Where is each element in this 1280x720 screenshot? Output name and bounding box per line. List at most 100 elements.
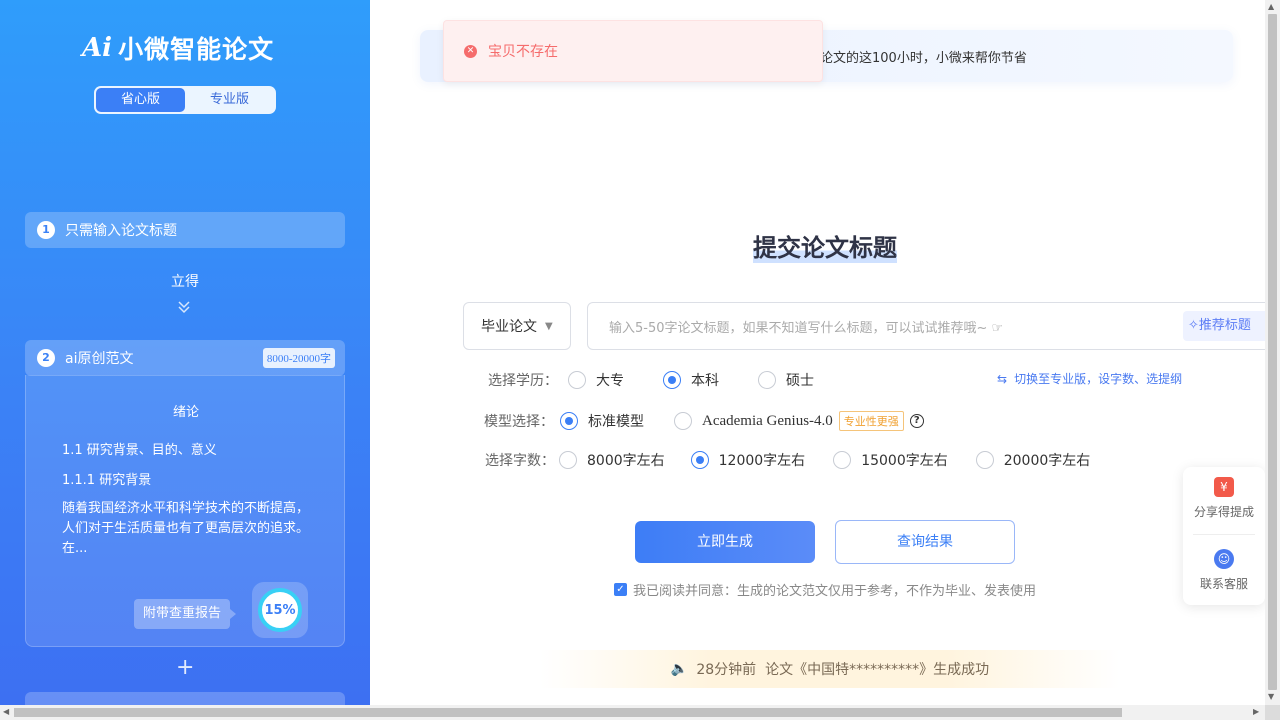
customer-service-icon: ☺ xyxy=(1214,549,1234,569)
paper-type-value: 毕业论文 xyxy=(481,319,537,335)
banner-text: 论文的这100小时，小微来帮你节省 xyxy=(820,51,1027,66)
recommend-label: 推荐标题 xyxy=(1198,318,1251,333)
query-result-button[interactable]: 查询结果 xyxy=(835,520,1015,564)
plus-icon: + xyxy=(176,655,195,680)
words-row: 选择字数： 8000字左右 12000字左右 15000字左右 20000字左右 xyxy=(485,450,1112,470)
words-option[interactable]: 12000字左右 xyxy=(690,450,805,470)
education-row: 选择学历： 大专 本科 硕士 xyxy=(488,370,836,390)
magic-icon: ✧ xyxy=(1188,318,1199,333)
preview-subsection: 1.1.1 研究背景 xyxy=(62,473,152,488)
logo-mark: Ai xyxy=(82,33,113,63)
agreement-text: 我已阅读并同意：生成的论文范文仅用于参考，不作为毕业、发表使用 xyxy=(633,584,1037,599)
words-label: 选择字数： xyxy=(485,453,555,469)
education-label: 选择学历： xyxy=(488,373,558,389)
version-toggle: 省心版 专业版 xyxy=(94,86,276,114)
contact-service-button[interactable]: ☺ 联系客服 xyxy=(1183,549,1265,592)
option-label: Academia Genius-4.0 xyxy=(702,412,833,429)
education-option[interactable]: 本科 xyxy=(663,370,719,390)
page-title: 提交论文标题 xyxy=(753,228,897,263)
help-icon[interactable]: ? xyxy=(909,414,924,428)
error-toast: ✕ 宝贝不存在 xyxy=(443,20,823,82)
scrollbar-corner xyxy=(1265,705,1280,720)
education-option[interactable]: 大专 xyxy=(568,370,624,390)
share-commission-button[interactable]: ¥ 分享得提成 xyxy=(1183,477,1265,520)
agreement[interactable]: ✓ 我已阅读并同意：生成的论文范文仅用于参考，不作为毕业、发表使用 xyxy=(614,580,1036,599)
words-option[interactable]: 20000字左右 xyxy=(975,450,1091,470)
preview-heading: 绪论 xyxy=(172,405,199,420)
model-option[interactable]: 标准模型 xyxy=(560,411,644,431)
model-option[interactable]: Academia Genius-4.0 xyxy=(674,412,833,430)
title-input-placeholder: 输入5-50字论文标题，如果不知道写什么标题，可以试试推荐哦~ ☞ xyxy=(609,320,1004,336)
radio-button[interactable] xyxy=(568,371,586,389)
similarity-gauge: 15% xyxy=(252,582,308,638)
report-tag: 附带查重报告 xyxy=(134,599,237,629)
radio-button[interactable] xyxy=(674,412,692,430)
words-option[interactable]: 8000字左右 xyxy=(559,450,665,470)
version-easy-tab[interactable]: 省心版 xyxy=(96,88,185,112)
option-label: 20000字左右 xyxy=(1003,453,1091,469)
instant-label: 立得 xyxy=(171,274,199,290)
radio-button[interactable] xyxy=(975,451,994,469)
share-label: 分享得提成 xyxy=(1193,505,1254,519)
similarity-value: 15% xyxy=(258,588,302,632)
preview-section: 1.1 研究背景、目的、意义 xyxy=(62,443,217,458)
radio-button[interactable] xyxy=(663,371,681,389)
pro-tag: 专业性更强 xyxy=(838,411,904,431)
sample-preview-card: 绪论 1.1 研究背景、目的、意义 1.1.1 研究背景 随着我国经济水平和科学… xyxy=(25,375,345,647)
logo-text: 小微智能论文 xyxy=(118,35,275,64)
logo[interactable]: Ai 小微智能论文 xyxy=(82,30,274,66)
model-row: 模型选择： 标准模型 Academia Genius-4.0 专业性更强 ? xyxy=(484,411,924,431)
scroll-up-icon[interactable]: ▲ xyxy=(1268,2,1274,11)
switch-pro-text: 切换至专业版，设字数、选提纲 xyxy=(1014,372,1183,386)
option-label: 15000字左右 xyxy=(861,453,948,469)
model-label: 模型选择： xyxy=(484,414,554,430)
option-label: 本科 xyxy=(691,373,719,389)
step-number: 2 xyxy=(37,349,55,367)
step-label: ai原创范文 xyxy=(65,351,134,367)
step-number: 1 xyxy=(37,221,55,239)
vertical-scrollbar[interactable]: ▲ ▼ xyxy=(1265,0,1280,705)
scroll-thumb[interactable] xyxy=(1268,14,1277,690)
education-option[interactable]: 硕士 xyxy=(758,370,814,390)
red-envelope-icon: ¥ xyxy=(1214,477,1234,497)
divider xyxy=(1193,534,1255,535)
agreement-checkbox[interactable]: ✓ xyxy=(614,583,627,596)
option-label: 8000字左右 xyxy=(587,453,665,469)
words-option[interactable]: 15000字左右 xyxy=(833,450,948,470)
version-pro-tab[interactable]: 专业版 xyxy=(185,88,274,112)
service-label: 联系客服 xyxy=(1199,577,1248,591)
step-2-bar: 2 ai原创范文 8000-20000字 xyxy=(25,340,345,376)
activity-notice: 🔈 28分钟前 论文《中国特**********》生成成功 xyxy=(540,650,1120,688)
toast-message: 宝贝不存在 xyxy=(488,44,558,60)
option-label: 标准模型 xyxy=(588,414,644,430)
preview-paragraph: 随着我国经济水平和科学技术的不断提高，人们对于生活质量也有了更高层次的追求。在.… xyxy=(62,501,310,556)
switch-icon: ⇆ xyxy=(997,371,1008,386)
option-label: 大专 xyxy=(596,373,624,389)
option-label: 硕士 xyxy=(786,373,814,389)
generate-button[interactable]: 立即生成 xyxy=(635,521,815,563)
error-circle-icon: ✕ xyxy=(464,44,477,58)
horizontal-scrollbar[interactable]: ◀ ▶ xyxy=(0,705,1265,720)
radio-button[interactable] xyxy=(560,412,578,430)
scroll-left-icon[interactable]: ◀ xyxy=(3,707,9,716)
caret-down-icon: ▼ xyxy=(545,320,553,332)
sidebar: Ai 小微智能论文 省心版 专业版 1 只需输入论文标题 立得 2 ai原创范文… xyxy=(0,0,370,720)
radio-button[interactable] xyxy=(833,451,852,469)
float-panel: ¥ 分享得提成 ☺ 联系客服 xyxy=(1183,467,1265,605)
radio-button[interactable] xyxy=(690,451,709,469)
paper-type-select[interactable]: 毕业论文 ▼ xyxy=(463,302,571,350)
title-input[interactable]: 输入5-50字论文标题，如果不知道写什么标题，可以试试推荐哦~ ☞ xyxy=(587,302,1280,350)
recommend-title-button[interactable]: ✧推荐标题 xyxy=(1183,311,1273,341)
notice-text: 28分钟前 论文《中国特**********》生成成功 xyxy=(696,662,990,678)
radio-button[interactable] xyxy=(758,371,776,389)
step-1-bar: 1 只需输入论文标题 xyxy=(25,212,345,248)
step-label: 只需输入论文标题 xyxy=(65,223,177,239)
scroll-down-icon[interactable]: ▼ xyxy=(1268,692,1274,701)
scroll-thumb[interactable] xyxy=(14,708,1122,717)
double-chevron-down-icon xyxy=(176,299,192,319)
scroll-right-icon[interactable]: ▶ xyxy=(1253,707,1259,716)
switch-pro-link[interactable]: ⇆ 切换至专业版，设字数、选提纲 xyxy=(997,370,1182,387)
word-range-badge: 8000-20000字 xyxy=(262,348,335,368)
radio-button[interactable] xyxy=(559,451,577,469)
speaker-icon: 🔈 xyxy=(670,661,689,677)
